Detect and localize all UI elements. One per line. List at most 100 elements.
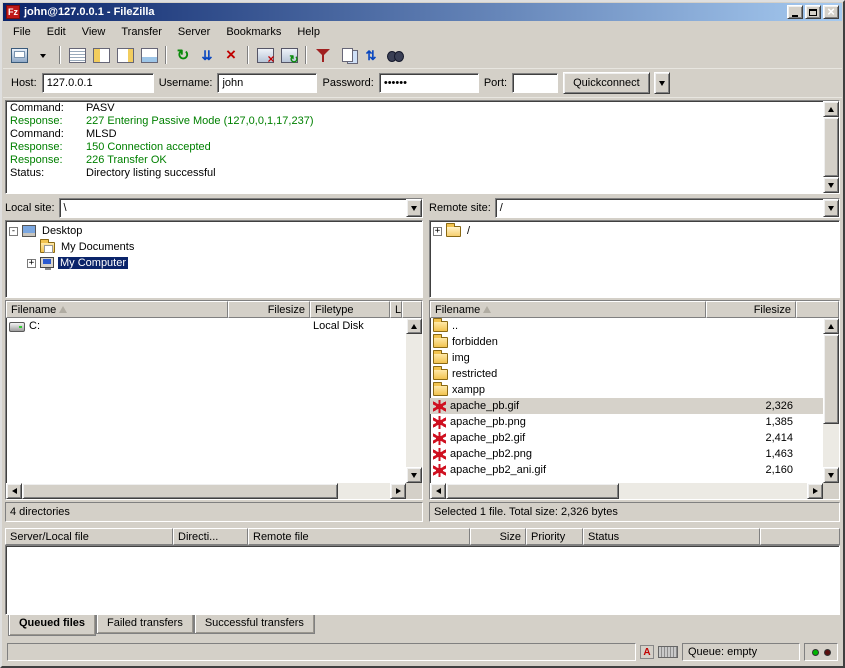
column-header-l[interactable]: L — [390, 301, 402, 318]
expand-icon[interactable]: + — [433, 227, 442, 236]
scroll-thumb[interactable] — [823, 334, 839, 424]
scroll-down-button[interactable] — [823, 177, 839, 193]
find-button[interactable] — [383, 44, 407, 67]
scroll-up-button[interactable] — [406, 318, 422, 334]
menu-file[interactable]: File — [5, 23, 39, 41]
synchronized-browsing-button[interactable] — [359, 44, 383, 67]
tree-item-item[interactable]: +/ — [430, 223, 839, 239]
menu-edit[interactable]: Edit — [39, 23, 74, 41]
message-log-button[interactable] — [65, 44, 89, 67]
local-tree-button[interactable] — [89, 44, 113, 67]
file-row[interactable]: forbidden — [430, 334, 823, 350]
expand-icon[interactable]: + — [27, 259, 36, 268]
scroll-thumb[interactable] — [823, 117, 839, 177]
column-header-filetype[interactable]: Filetype — [310, 301, 390, 318]
close-button[interactable] — [823, 5, 839, 19]
minimize-button[interactable] — [787, 5, 803, 19]
process-queue-button[interactable] — [195, 44, 219, 67]
column-header-label: Status — [588, 531, 619, 543]
scroll-right-button[interactable] — [390, 483, 406, 499]
username-input[interactable] — [217, 73, 317, 93]
tree-item-my-documents[interactable]: My Documents — [6, 239, 422, 255]
scroll-left-button[interactable] — [6, 483, 22, 499]
queue-view-button[interactable] — [137, 44, 161, 67]
remote-list-hscrollbar[interactable] — [430, 483, 823, 499]
local-site-combo[interactable]: \ — [59, 198, 423, 218]
log-scrollbar[interactable] — [823, 101, 839, 193]
filezilla-logo-icon[interactable]: Fz — [6, 5, 20, 19]
site-manager-dropdown-button[interactable] — [31, 44, 55, 67]
filter-button[interactable] — [311, 44, 335, 67]
queue-column-size[interactable]: Size — [470, 528, 526, 545]
column-header-label: Size — [500, 531, 521, 543]
tab-successful-transfers[interactable]: Successful transfers — [194, 615, 315, 634]
refresh-button[interactable] — [171, 44, 195, 67]
tree-item-desktop[interactable]: - Desktop — [6, 223, 422, 239]
scroll-up-button[interactable] — [823, 101, 839, 117]
file-row[interactable]: apache_pb2.gif2,414 — [430, 430, 823, 446]
column-header-filesize[interactable]: Filesize — [228, 301, 310, 318]
scroll-right-button[interactable] — [807, 483, 823, 499]
file-row[interactable]: apache_pb.png1,385 — [430, 414, 823, 430]
file-row[interactable]: xampp — [430, 382, 823, 398]
scroll-track[interactable] — [406, 334, 422, 467]
file-row[interactable]: apache_pb2_ani.gif2,160 — [430, 462, 823, 478]
maximize-button[interactable] — [805, 5, 821, 19]
queue-column-directi[interactable]: Directi... — [173, 528, 248, 545]
tab-failed-transfers[interactable]: Failed transfers — [96, 615, 194, 634]
menu-help[interactable]: Help — [289, 23, 328, 41]
queue-column-priority[interactable]: Priority — [526, 528, 583, 545]
reconnect-button[interactable] — [277, 44, 301, 67]
disconnect-button[interactable] — [253, 44, 277, 67]
file-row[interactable]: restricted — [430, 366, 823, 382]
file-row[interactable]: .. — [430, 318, 823, 334]
file-row[interactable]: apache_pb2.png1,463 — [430, 446, 823, 462]
compare-button[interactable] — [335, 44, 359, 67]
scroll-thumb[interactable] — [446, 483, 619, 499]
file-row[interactable]: apache_pb.gif2,326 — [430, 398, 823, 414]
scroll-down-button[interactable] — [823, 467, 839, 483]
site-manager-button[interactable] — [7, 44, 31, 67]
menu-bookmarks[interactable]: Bookmarks — [218, 23, 289, 41]
scroll-thumb[interactable] — [22, 483, 338, 499]
menu-view[interactable]: View — [74, 23, 114, 41]
local-list-body: C:Local Disk — [6, 318, 406, 483]
port-input[interactable] — [512, 73, 558, 93]
queue-column-status[interactable]: Status — [583, 528, 760, 545]
scroll-track[interactable] — [823, 117, 839, 177]
cancel-button[interactable] — [219, 44, 243, 67]
tab-queued-files[interactable]: Queued files — [8, 615, 96, 636]
queue-column-server-local-file[interactable]: Server/Local file — [5, 528, 173, 545]
tree-item-my-computer[interactable]: +My Computer — [6, 255, 422, 271]
scroll-down-button[interactable] — [406, 467, 422, 483]
remote-site-dropdown-button[interactable] — [823, 199, 839, 217]
menu-server[interactable]: Server — [170, 23, 218, 41]
remote-tree-button[interactable] — [113, 44, 137, 67]
data-type-indicator-icon: A — [640, 645, 654, 659]
file-row[interactable]: C:Local Disk — [6, 318, 406, 334]
remote-list-vscrollbar[interactable] — [823, 318, 839, 483]
column-header-filename[interactable]: Filename — [430, 301, 706, 318]
column-header-filesize[interactable]: Filesize — [706, 301, 796, 318]
scroll-up-button[interactable] — [823, 318, 839, 334]
scroll-left-button[interactable] — [430, 483, 446, 499]
menu-transfer[interactable]: Transfer — [113, 23, 170, 41]
remote-site-combo[interactable]: / — [495, 198, 840, 218]
host-input[interactable] — [42, 73, 154, 93]
scroll-track[interactable] — [446, 483, 807, 499]
scroll-track[interactable] — [22, 483, 390, 499]
certificate-indicator-icon — [658, 646, 678, 658]
scroll-track[interactable] — [823, 334, 839, 467]
tree-item-label: Desktop — [40, 225, 84, 237]
collapse-icon[interactable]: - — [9, 227, 18, 236]
file-row[interactable]: img — [430, 350, 823, 366]
quickconnect-dropdown-button[interactable] — [654, 72, 670, 94]
local-site-dropdown-button[interactable] — [406, 199, 422, 217]
local-list-vscrollbar[interactable] — [406, 318, 422, 483]
log-line-type: Response: — [10, 141, 86, 154]
queue-column-remote-file[interactable]: Remote file — [248, 528, 470, 545]
column-header-filename[interactable]: Filename — [6, 301, 228, 318]
local-list-hscrollbar[interactable] — [6, 483, 406, 499]
password-input[interactable] — [379, 73, 479, 93]
quickconnect-button[interactable]: Quickconnect — [563, 72, 650, 94]
